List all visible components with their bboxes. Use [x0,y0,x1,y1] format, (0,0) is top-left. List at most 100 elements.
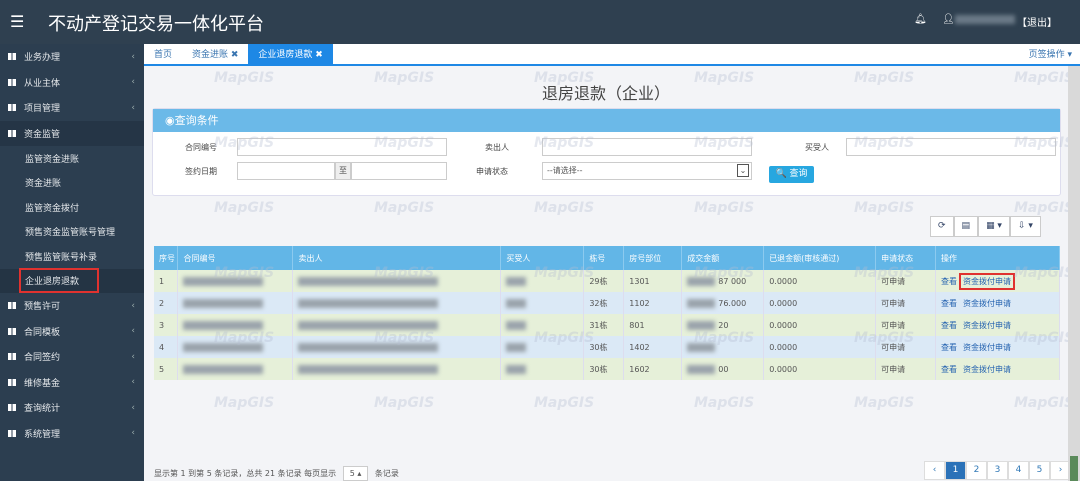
chevron-left-icon: ‹ [131,102,135,113]
sidebar-item[interactable]: 维修基金 ‹ [0,370,144,396]
app-title: 不动产登记交易一体化平台 [48,14,264,35]
watermark: MapGIS [534,200,595,216]
sidebar-subitem[interactable]: 资金进账 [0,170,144,195]
sidebar-subitem[interactable]: 企业退房退款 [0,268,144,294]
list-view-icon[interactable]: ▤ [953,216,979,237]
bell-icon[interactable]: 🔔︎ [914,14,927,25]
menu-toggle-icon[interactable]: ☰ [10,12,24,31]
view-link[interactable]: 查看 [941,321,957,330]
page-button[interactable]: 2 [966,461,987,480]
fund-disbursement-apply-link[interactable]: 资金拨付申请 [963,365,1011,374]
column-header[interactable]: 房号部位 [623,246,683,270]
page-button[interactable]: 1 [945,461,966,480]
fund-disbursement-apply-link[interactable]: 资金拨付申请 [963,321,1011,330]
scrollbar[interactable] [1068,66,1080,481]
sign-date-end-input[interactable] [351,162,447,180]
refresh-icon[interactable]: ⟳ [930,216,954,237]
buyer-label: 买受人 [805,143,829,152]
sidebar-item[interactable]: 业务办理 ‹ [0,44,144,70]
search-button[interactable]: 🔍 查询 [769,166,814,183]
sidebar-subitem[interactable]: 监管资金拨付 [0,195,144,220]
query-panel: ◉查询条件 合同编号 卖出人 买受人 签约日期 至 申请状态 --请选择-- ⌄ … [152,108,1061,196]
watermark: MapGIS [534,330,595,346]
sidebar-subitem[interactable]: 监管资金进账 [0,146,144,171]
sidebar-item[interactable]: 项目管理 ‹ [0,95,144,121]
deal-amount: 00 [681,358,765,380]
watermark: MapGIS [534,135,595,151]
sidebar-item[interactable]: 合同签约 ‹ [0,344,144,370]
sidebar-item[interactable]: 系统管理 ‹ [0,421,144,447]
sidebar-item[interactable]: 查询统计 ‹ [0,395,144,421]
status-label: 申请状态 [476,167,508,176]
query-panel-title: ◉查询条件 [153,109,1060,132]
sidebar-item-label: 项目管理 [24,104,61,115]
page-size-select[interactable]: 5 ▴ [342,466,369,481]
status-select[interactable]: --请选择-- ⌄ [542,162,752,180]
view-link[interactable]: 查看 [941,365,957,374]
view-link[interactable]: 查看 [941,277,957,286]
sidebar-subitem-label: 监管资金进账 [25,154,80,165]
page-button[interactable]: 5 [1029,461,1050,480]
watermark: MapGIS [534,395,595,411]
refunded-amount: 0.0000 [763,358,877,380]
page-title: 退房退款（企业） [541,84,670,103]
sidebar-subitem-label: 监管资金拨付 [25,203,80,214]
tab-bar: 首页 资金进账 ✖ 企业退房退款 ✖ 页签操作 ▾ [144,44,1080,66]
view-link[interactable]: 查看 [941,343,957,352]
column-header[interactable]: 序号 [154,246,179,270]
watermark: MapGIS [374,265,435,281]
sidebar-item[interactable]: 从业主体 ‹ [0,70,144,96]
user-icon: 👤︎ [942,14,955,25]
page-button[interactable]: 4 [1008,461,1029,480]
apply-status: 可申请 [875,358,937,380]
watermark: MapGIS [694,265,755,281]
sidebar-subitem-label: 预售监管账号补录 [25,252,98,263]
watermark: MapGIS [214,330,275,346]
watermark: MapGIS [854,265,915,281]
sidebar-item-label: 合同签约 [24,353,61,364]
view-link[interactable]: 查看 [941,299,957,308]
chevron-left-icon: ‹ [131,77,135,88]
page-button[interactable]: 3 [987,461,1008,480]
sidebar-item-label: 系统管理 [24,429,61,440]
tab[interactable]: 企业退房退款 ✖ [248,44,333,64]
pagination: ‹ 1 2 3 4 5 › [924,461,1071,480]
columns-dropdown-icon[interactable]: ▦ ▾ [978,216,1010,237]
sidebar-item[interactable]: 预售许可 ‹ [0,293,144,319]
export-dropdown-icon[interactable]: ⇩ ▾ [1009,216,1041,237]
row-number: 5 [154,358,179,380]
deal-amount: 76.000 [681,292,765,314]
sidebar-item[interactable]: 资金监管 [0,120,144,146]
fund-disbursement-apply-link[interactable]: 资金拨付申请 [963,299,1011,308]
chevron-left-icon: ‹ [131,402,135,413]
sign-date-start-input[interactable] [237,162,335,180]
logout-link[interactable]: 【退出】 [1017,14,1057,29]
sidebar-subitem[interactable]: 预售资金监管账号管理 [0,219,144,244]
room-no: 801 [623,314,683,336]
tab[interactable]: 资金进账 ✖ [182,44,248,64]
fund-disbursement-apply-link[interactable]: 资金拨付申请 [959,272,1016,290]
building-no: 32栋 [583,292,625,314]
watermark: MapGIS [854,330,915,346]
seller-redacted [292,358,502,380]
page-ops-dropdown[interactable]: 页签操作 ▾ [1029,44,1072,66]
fund-disbursement-apply-link[interactable]: 资金拨付申请 [963,343,1011,352]
watermark: MapGIS [1014,135,1075,151]
records-suffix: 条记录 [374,469,399,478]
seller-label: 卖出人 [485,143,509,152]
watermark: MapGIS [374,70,435,86]
chevron-left-icon: ‹ [131,377,135,388]
prev-page-button[interactable]: ‹ [924,461,945,480]
row-actions: 查看 资金拨付申请 [935,358,1060,380]
watermark: MapGIS [694,200,755,216]
sidebar-item[interactable]: 合同模板 ‹ [0,319,144,345]
tab[interactable]: 首页 [144,44,182,64]
sidebar: 业务办理 ‹ 从业主体 ‹ 项目管理 ‹ 资金监管监管资金进账资金进账监管资金拨付预售资金监… [0,44,144,481]
chevron-left-icon: ‹ [131,428,135,439]
watermark: MapGIS [1014,70,1075,86]
table-toolbar: ⟳ ▤ ▦ ▾ ⇩ ▾ [930,216,1041,237]
watermark: MapGIS [854,200,915,216]
table-row: 3 31栋 801 20 0.0000 可申请 查看 资金拨付申请 [154,314,1060,336]
room-no: 1602 [623,358,683,380]
sidebar-subitem[interactable]: 预售监管账号补录 [0,244,144,269]
